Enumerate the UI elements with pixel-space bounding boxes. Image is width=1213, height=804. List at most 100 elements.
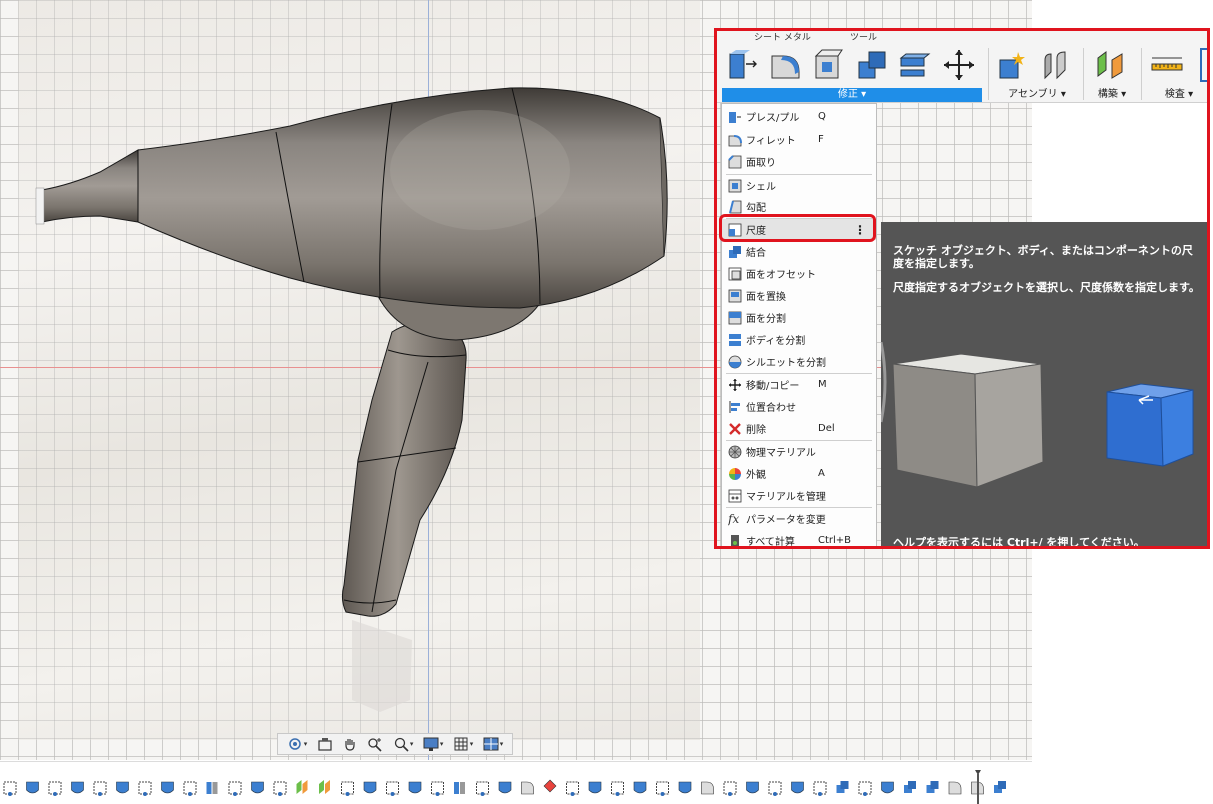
timeline-feature-sketch[interactable] (723, 781, 737, 796)
timeline-feature-extrude[interactable] (408, 781, 422, 794)
offset-face-icon[interactable] (898, 48, 932, 82)
timeline-feature-fillet[interactable] (521, 781, 534, 795)
menu-item-draft[interactable]: 勾配 (722, 196, 876, 217)
timeline-feature-extrude[interactable] (746, 781, 759, 794)
menu-item-compute-all[interactable]: すべて計算 Ctrl+B (722, 530, 876, 548)
group-inspect[interactable]: 検査 ▾ (1152, 88, 1206, 102)
timeline-feature-extrude[interactable] (633, 781, 647, 794)
orbit-icon (288, 738, 301, 750)
timeline-feature-sketch[interactable] (431, 781, 444, 796)
appearance-icon (729, 467, 741, 480)
timeline-feature-sketch[interactable] (273, 781, 287, 796)
timeline-feature-sketch[interactable] (341, 781, 354, 796)
fillet-icon[interactable] (769, 48, 803, 82)
tab-tools[interactable]: ツール (850, 30, 877, 43)
group-construct[interactable]: 構築 ▾ (1086, 88, 1138, 102)
timeline-feature-extrude[interactable] (588, 781, 602, 794)
timeline-feature-body[interactable] (206, 782, 218, 794)
menu-item-replace-face[interactable]: 面を置換 (722, 285, 876, 306)
inspect-extra-icon[interactable] (1200, 48, 1209, 82)
menu-item-appearance[interactable]: 外観 A (722, 463, 876, 484)
timeline-feature-extrude[interactable] (71, 781, 84, 794)
move-icon[interactable] (942, 48, 976, 82)
more-options-icon[interactable]: ⋮ (854, 223, 866, 237)
menu-item-change-parameters[interactable]: fx パラメータを変更 (722, 508, 876, 529)
timeline-marker[interactable] (975, 770, 981, 804)
tab-sheet-metal[interactable]: シート メタル (754, 30, 811, 43)
new-component-icon[interactable] (996, 48, 1030, 82)
orbit-button[interactable]: ▾ (287, 736, 307, 752)
timeline-features[interactable] (0, 776, 1032, 802)
group-assemble[interactable]: アセンブリ ▾ (992, 88, 1082, 102)
timeline-feature-sketch[interactable] (656, 781, 669, 796)
timeline-feature-sketch[interactable] (768, 781, 782, 796)
menu-item-physical-material[interactable]: 物理マテリアル (722, 441, 876, 462)
timeline-feature-plane[interactable] (319, 780, 330, 794)
timeline-feature-combine[interactable] (904, 781, 916, 793)
timeline-feature-extrude[interactable] (161, 781, 174, 794)
menu-item-combine[interactable]: 結合 (722, 241, 876, 262)
timeline-feature-sketch[interactable] (48, 781, 62, 796)
menu-item-delete[interactable]: 削除 Del (722, 418, 876, 439)
timeline-feature-fillet[interactable] (701, 781, 714, 795)
timeline-feature-fillet[interactable] (948, 781, 962, 795)
timeline-feature-sketch[interactable] (386, 781, 399, 796)
hair-dryer-model[interactable] (0, 0, 1032, 760)
timeline-feature-extrude[interactable] (881, 781, 894, 794)
timeline-feature-sketch[interactable] (566, 781, 579, 796)
timeline-feature-extrude[interactable] (116, 781, 129, 794)
timeline-feature-sketch[interactable] (858, 781, 872, 796)
look-at-button[interactable] (317, 736, 333, 752)
timeline-feature-sketch[interactable] (228, 781, 242, 796)
menu-item-label: 外観 (746, 470, 766, 481)
zoom-button[interactable] (367, 736, 383, 752)
timeline-feature-chamfer[interactable] (543, 779, 557, 793)
timeline-feature-sketch[interactable] (611, 781, 624, 796)
menu-item-manage-materials[interactable]: マテリアルを管理 (722, 485, 876, 506)
timeline-feature-plane[interactable] (296, 780, 308, 794)
combine-icon[interactable] (855, 48, 889, 82)
menu-item-label: すべて計算 (746, 537, 795, 548)
measure-icon[interactable] (1150, 48, 1184, 82)
timeline-feature-extrude[interactable] (26, 781, 39, 794)
chamfer-icon[interactable] (812, 48, 846, 82)
timeline-feature-sketch[interactable] (813, 781, 827, 796)
menu-item-split-silhouette[interactable]: シルエットを分割 (722, 351, 876, 372)
timeline-feature-extrude[interactable] (251, 781, 264, 794)
timeline-feature-extrude[interactable] (363, 781, 377, 794)
timeline-feature-extrude[interactable] (678, 781, 692, 794)
timeline-feature-body[interactable] (454, 782, 465, 794)
display-settings-button[interactable]: ▾ (423, 736, 443, 752)
timeline-feature-sketch[interactable] (183, 781, 197, 796)
menu-item-chamfer[interactable]: 面取り (722, 151, 876, 172)
group-modify[interactable]: 修正 ▾ (722, 88, 982, 102)
viewports-button[interactable]: ▾ (483, 736, 503, 752)
menu-item-split-face[interactable]: 面を分割 (722, 307, 876, 328)
timeline-feature-sketch[interactable] (3, 781, 17, 796)
menu-item-split-body[interactable]: ボディを分割 (722, 329, 876, 350)
grid-settings-button[interactable]: ▾ (453, 736, 473, 752)
timeline-feature-combine[interactable] (926, 781, 939, 793)
timeline-feature-extrude[interactable] (498, 781, 512, 794)
zoom-window-button[interactable]: ▾ (393, 736, 413, 752)
timeline-feature-sketch[interactable] (476, 781, 489, 796)
menu-item-fillet[interactable]: フィレット F (722, 129, 876, 150)
timeline-feature-combine[interactable] (836, 781, 849, 793)
menu-item-offset-face[interactable]: 面をオフセット (722, 263, 876, 284)
timeline-feature-sketch[interactable] (93, 781, 107, 796)
menu-item-scale[interactable]: 尺度 ⋮ (722, 219, 876, 240)
menu-item-align[interactable]: 位置合わせ (722, 396, 876, 417)
menu-item-shell[interactable]: シェル (722, 175, 876, 196)
joint-icon[interactable] (1039, 48, 1073, 82)
pan-button[interactable] (342, 736, 358, 752)
look-at-icon (318, 738, 332, 751)
model-viewport[interactable] (0, 0, 1032, 760)
press-pull-icon[interactable] (726, 48, 760, 82)
timeline-feature-combine[interactable] (994, 781, 1006, 793)
menu-item-move-copy[interactable]: 移動/コピー M (722, 374, 876, 395)
timeline-feature-extrude[interactable] (791, 781, 804, 794)
offset-plane-icon[interactable] (1094, 48, 1128, 82)
navigation-bar: ▾ ▾ ▾ ▾ ▾ (277, 733, 513, 755)
timeline-feature-sketch[interactable] (138, 781, 152, 796)
menu-item-press-pull[interactable]: プレス/プル Q (722, 106, 876, 127)
